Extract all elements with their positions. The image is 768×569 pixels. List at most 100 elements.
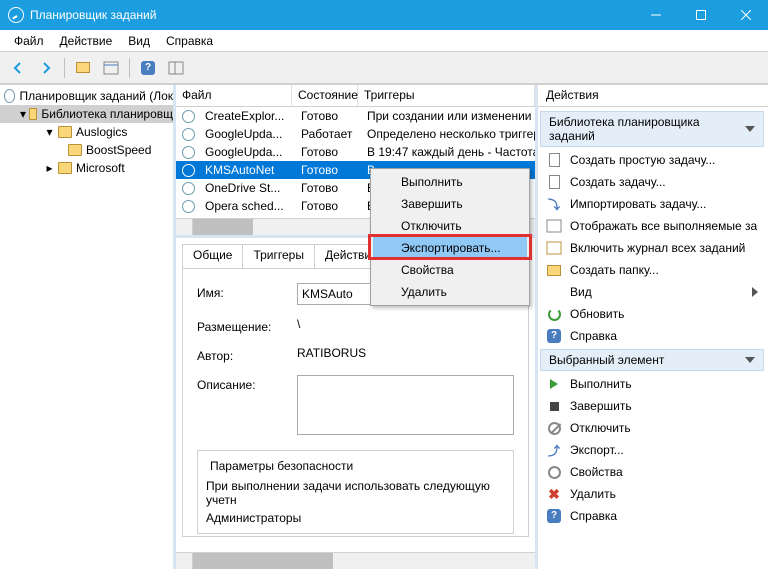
refresh-icon [548,308,561,321]
input-desc[interactable] [297,375,514,435]
folder-up-button[interactable] [71,56,95,80]
security-line1: При выполнении задачи использовать следу… [206,479,505,507]
value-author: RATIBORUS [297,346,514,360]
menu-view[interactable]: Вид [120,32,158,50]
actions-header: Действия [538,85,768,107]
tree-lib-label: Библиотека планировщ [41,107,173,121]
gear-icon [548,466,561,479]
col-name[interactable]: Файл [176,85,292,106]
label-name: Имя: [197,283,297,300]
ctx-run[interactable]: Выполнить [373,171,527,193]
actions-body: Библиотека планировщика заданий Создать … [538,107,768,569]
tree-item-microsoft[interactable]: ▸ Microsoft [0,159,173,177]
action-create-basic[interactable]: Создать простую задачу... [540,149,764,171]
field-location: Размещение: \ [197,317,514,334]
toolbar: ? [0,52,768,84]
tree-library[interactable]: ▾ Библиотека планировщ [0,105,173,123]
action-props[interactable]: Свойства [540,461,764,483]
tree-item-auslogics[interactable]: ▾ Auslogics [0,123,173,141]
doc-icon [549,175,560,189]
action-new-folder[interactable]: Создать папку... [540,259,764,281]
toolbar-sep [129,58,130,78]
forward-button[interactable] [34,56,58,80]
pane-button[interactable] [99,56,123,80]
tree-root[interactable]: Планировщик заданий (Лок [0,87,173,105]
ctx-disable[interactable]: Отключить [373,215,527,237]
props-toolbar-button[interactable] [164,56,188,80]
menu-help[interactable]: Справка [158,32,221,50]
minimize-button[interactable] [633,0,678,30]
action-show-running[interactable]: Отображать все выполняемые за... [540,215,764,237]
help-icon: ? [141,61,155,75]
action-disable[interactable]: Отключить [540,417,764,439]
label-desc: Описание: [197,375,297,392]
folder-icon [58,126,72,138]
export-icon: ⤴ [546,442,562,458]
disable-icon [548,422,561,435]
action-create[interactable]: Создать задачу... [540,171,764,193]
security-legend: Параметры безопасности [206,459,357,473]
action-group-selected[interactable]: Выбранный элемент [540,349,764,371]
task-row[interactable]: GoogleUpda...ГотовоВ 19:47 каждый день -… [176,143,535,161]
expand-icon[interactable]: ▾ [44,127,55,138]
task-icon [182,164,195,177]
menu-action[interactable]: Действие [52,32,121,50]
ctx-export[interactable]: Экспортировать... [373,237,527,259]
task-icon [182,146,195,159]
collapse-icon [745,126,755,132]
import-icon: ⤵ [546,196,562,212]
action-help[interactable]: ?Справка [540,325,764,347]
task-icon [182,200,195,213]
titlebar: Планировщик заданий [0,0,768,30]
ctx-delete[interactable]: Удалить [373,281,527,303]
ctx-props[interactable]: Свойства [373,259,527,281]
folder-icon [58,162,72,174]
folder-icon [76,62,90,73]
action-view[interactable]: Вид [540,281,764,303]
tab-body: Имя: Размещение: \ Автор: RATIBORUS Опис… [182,268,529,537]
task-row[interactable]: CreateExplor...ГотовоПри создании или из… [176,107,535,125]
task-icon [182,182,195,195]
task-row[interactable]: GoogleUpda...РаботаетОпределено нескольк… [176,125,535,143]
group-label: Выбранный элемент [549,353,664,367]
tree-pane: Планировщик заданий (Лок ▾ Библиотека пл… [0,85,176,569]
context-menu: Выполнить Завершить Отключить Экспортиро… [370,168,530,306]
menu-file[interactable]: Файл [6,32,52,50]
action-import[interactable]: ⤵Импортировать задачу... [540,193,764,215]
label-author: Автор: [197,346,297,363]
group-label: Библиотека планировщика заданий [549,115,745,143]
folder-icon [547,265,561,276]
task-icon [182,128,195,141]
action-help2[interactable]: ?Справка [540,505,764,527]
ctx-end[interactable]: Завершить [373,193,527,215]
action-end[interactable]: Завершить [540,395,764,417]
expand-icon[interactable]: ▾ [20,109,26,120]
tree-item-boostspeed[interactable]: BoostSpeed [0,141,173,159]
maximize-button[interactable] [678,0,723,30]
label-location: Размещение: [197,317,297,334]
toolbar-sep [64,58,65,78]
tab-general[interactable]: Общие [182,244,243,268]
delete-icon: ✖ [546,486,562,502]
value-location: \ [297,317,514,331]
action-delete[interactable]: ✖Удалить [540,483,764,505]
stop-icon [550,402,559,411]
action-export[interactable]: ⤴Экспорт... [540,439,764,461]
expand-icon[interactable]: ▸ [44,163,55,174]
scheduler-icon [4,89,15,103]
action-enable-history[interactable]: Включить журнал всех заданий [540,237,764,259]
close-button[interactable] [723,0,768,30]
action-group-library[interactable]: Библиотека планировщика заданий [540,111,764,147]
action-run[interactable]: Выполнить [540,373,764,395]
col-state[interactable]: Состояние [292,85,358,106]
h-scrollbar[interactable] [176,552,535,569]
actions-pane: Действия Библиотека планировщика заданий… [538,85,768,569]
col-triggers[interactable]: Триггеры [358,85,535,106]
task-icon [182,110,195,123]
help-button[interactable]: ? [136,56,160,80]
back-button[interactable] [6,56,30,80]
action-refresh[interactable]: Обновить [540,303,764,325]
field-desc: Описание: [197,375,514,438]
tree-item-label: Microsoft [76,161,125,175]
tab-triggers[interactable]: Триггеры [242,244,315,268]
